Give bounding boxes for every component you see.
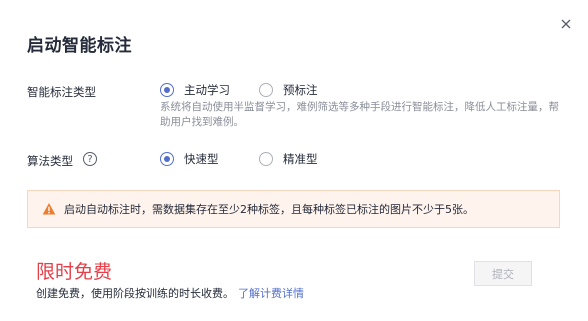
close-icon[interactable]: [558, 16, 574, 32]
algorithm-type-label: 算法类型: [27, 154, 73, 168]
label-type-hint: 系统将自动使用半监督学习，难例筛选等多种手段进行智能标注，降低人工标注量，帮助用…: [160, 101, 559, 128]
radio-fast[interactable]: 快速型: [160, 151, 219, 167]
radio-circle: [160, 83, 174, 97]
radio-label: 快速型: [184, 152, 219, 166]
price-description: 创建免费，使用阶段按训练的时长收费。 了解计费详情: [36, 285, 304, 301]
warning-banner: 启动自动标注时，需数据集存在至少2种标签，且每种标签已标注的图片不少于5张。: [27, 190, 560, 228]
radio-circle: [160, 152, 174, 166]
radio-precise[interactable]: 精准型: [259, 151, 318, 167]
submit-button[interactable]: 提交: [474, 261, 532, 286]
radio-pre-labeling[interactable]: 预标注: [259, 82, 318, 98]
label-type-label: 智能标注类型: [27, 85, 96, 99]
warning-text: 启动自动标注时，需数据集存在至少2种标签，且每种标签已标注的图片不少于5张。: [64, 203, 474, 216]
close-icon-glyph: [561, 19, 571, 29]
dialog-title: 启动智能标注: [27, 36, 132, 56]
radio-circle: [259, 83, 273, 97]
price-desc-text: 创建免费，使用阶段按训练的时长收费。: [36, 287, 234, 300]
smart-label-dialog: 启动智能标注 智能标注类型 主动学习 预标注 系统将自动使用半监督学习，难例筛选…: [0, 0, 588, 321]
radio-label: 主动学习: [184, 83, 230, 97]
question-circle-icon[interactable]: ?: [83, 152, 97, 166]
pricing-details-link[interactable]: 了解计费详情: [238, 287, 304, 300]
radio-label: 精准型: [283, 152, 318, 166]
price-label: 限时免费: [36, 261, 113, 283]
radio-label: 预标注: [283, 83, 318, 97]
warning-triangle-icon: [42, 203, 56, 215]
footer-divider: [0, 228, 588, 229]
radio-circle: [259, 152, 273, 166]
radio-active-learning[interactable]: 主动学习: [160, 82, 230, 98]
